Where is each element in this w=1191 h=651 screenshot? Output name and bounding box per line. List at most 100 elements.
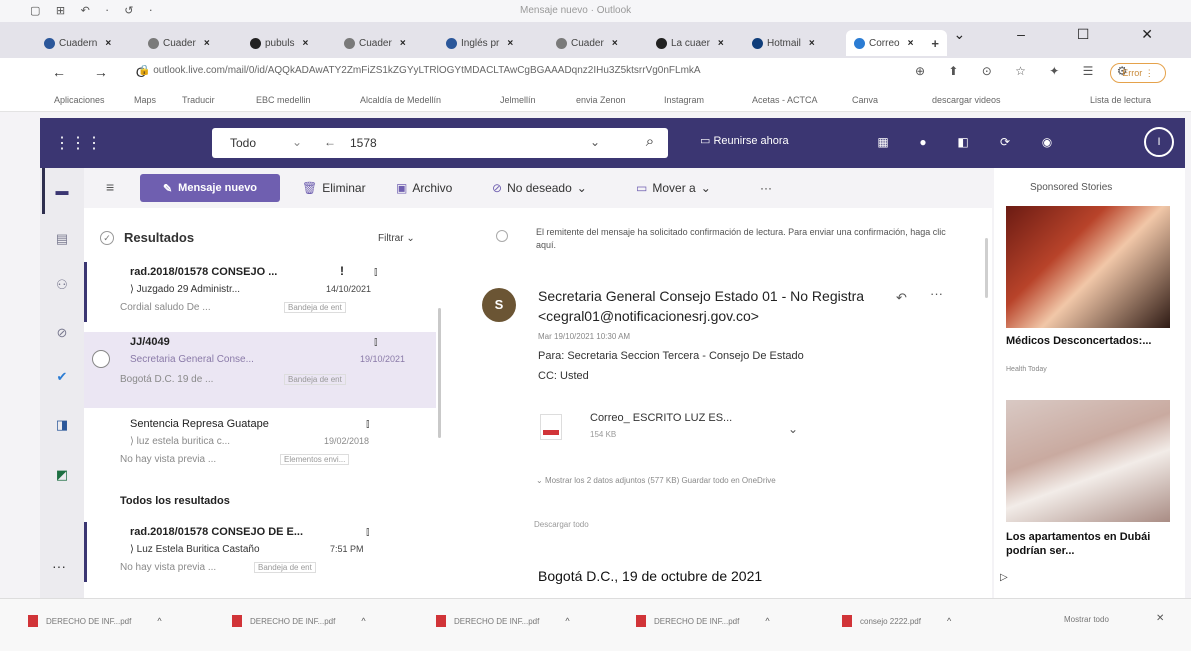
chevron-down-icon[interactable]: ⌄ (292, 135, 302, 149)
quick-access-toolbar[interactable]: ▢ ⊞ ↶ · ↺ · (30, 4, 159, 17)
settings-icon[interactable]: ◉ (1036, 131, 1058, 153)
junk-button[interactable]: ⊘ No deseado ⌄ (492, 181, 587, 195)
sender-avatar[interactable]: S (482, 288, 516, 322)
read-receipt-notice[interactable]: El remitente del mensaje ha solicitado c… (536, 226, 956, 252)
feedback-icon[interactable]: ⟳ (994, 131, 1016, 153)
bookmark-item[interactable]: envia Zenon (576, 95, 626, 105)
filter-button[interactable]: Filtrar ⌄ (378, 233, 415, 244)
browser-tab-2[interactable]: Cuader × (148, 30, 210, 56)
ad-image[interactable] (1006, 400, 1170, 522)
chevron-up-icon[interactable]: ^ (157, 616, 161, 626)
new-message-button[interactable]: ✎ Mensaje nuevo (140, 174, 280, 202)
search-scope[interactable]: Todo (230, 136, 256, 150)
ad-title[interactable]: Médicos Desconcertados:... (1006, 334, 1166, 348)
select-all-icon[interactable]: ✓ (100, 230, 114, 245)
bookmark-item[interactable]: Maps (134, 95, 156, 105)
download-item[interactable]: DERECHO DE INF...pdf ^ (436, 615, 570, 627)
list-item[interactable]: Sentencia Represa Guatape ⫾ ⟩ luz estela… (84, 414, 436, 476)
download-item[interactable]: DERECHO DE INF...pdf ^ (232, 615, 366, 627)
search-input[interactable]: 1578 (350, 136, 377, 150)
chevron-down-icon[interactable]: ⌄ (788, 422, 798, 436)
window-controls[interactable]: ⌄ – ☐ ✕ (954, 26, 1177, 43)
browser-tab-9-active[interactable]: Correo × + (846, 30, 948, 56)
calendar-icon[interactable]: ▤ (51, 228, 73, 250)
browser-tab-3[interactable]: pubuls × (250, 30, 308, 56)
delete-button[interactable]: 🗑 Eliminar (302, 181, 366, 195)
close-icon[interactable]: × (612, 38, 618, 49)
archive-button[interactable]: ▣ Archivo (396, 181, 452, 195)
select-radio[interactable] (92, 350, 110, 368)
download-all-link[interactable]: Descargar todo (534, 520, 589, 529)
download-item[interactable]: DERECHO DE INF...pdf ^ (28, 615, 162, 627)
url-field[interactable]: 🔒 outlook.live.com/mail/0/id/AQQkADAwATY… (138, 65, 878, 76)
list-item-selected[interactable]: JJ/4049 ⫾ Secretaria General Conse... 19… (84, 332, 436, 408)
close-icon[interactable]: × (302, 38, 308, 49)
download-item[interactable]: DERECHO DE INF...pdf ^ (636, 615, 770, 627)
chevron-up-icon[interactable]: ^ (361, 616, 365, 626)
app-launcher-icon[interactable]: ⋮⋮⋮ (54, 133, 102, 153)
meet-now-button[interactable]: ▭ Reunirse ahora (700, 134, 789, 147)
back-arrow-icon[interactable]: ← (324, 135, 336, 149)
chevron-up-icon[interactable]: ^ (565, 616, 569, 626)
ad-title[interactable]: Los apartamentos en Dubái podrían ser... (1006, 530, 1166, 558)
bookmark-item[interactable]: Lista de lectura (1090, 95, 1151, 105)
play-icon[interactable]: ▷ (1000, 572, 1008, 583)
extension-icons[interactable]: ⊕ ⬆ ⊙ ☆ ✦ ☰ ⚙ (915, 64, 1138, 78)
close-icon[interactable]: ✕ (1156, 613, 1164, 624)
new-tab-icon[interactable]: + (931, 36, 939, 51)
menu-icon[interactable]: ≡ (106, 179, 114, 195)
skype-icon[interactable]: ● (912, 131, 934, 153)
close-icon[interactable]: × (105, 38, 111, 49)
browser-tab-7[interactable]: La cuaer × (656, 30, 724, 56)
browser-tab-6[interactable]: Cuader × (556, 30, 618, 56)
bookmark-item[interactable]: EBC medellin (256, 95, 311, 105)
chevron-up-icon[interactable]: ^ (947, 616, 951, 626)
browser-tab-1[interactable]: Cuadern × (44, 30, 111, 56)
chevron-up-icon[interactable]: ^ (765, 616, 769, 626)
bookmark-item[interactable]: Aplicaciones (54, 95, 105, 105)
more-icon[interactable]: ··· (52, 558, 66, 574)
ad-image[interactable] (1006, 206, 1170, 328)
browser-tab-4[interactable]: Cuader × (344, 30, 406, 56)
more-icon[interactable]: ··· (930, 286, 943, 301)
close-icon[interactable]: × (908, 38, 914, 49)
more-actions-button[interactable]: ··· (760, 181, 772, 195)
people-icon[interactable]: ⚇ (51, 274, 73, 296)
close-icon[interactable]: × (400, 38, 406, 49)
close-icon[interactable]: × (718, 38, 724, 49)
close-icon[interactable]: × (507, 38, 513, 49)
scrollbar[interactable] (985, 238, 988, 298)
sender-name[interactable]: Secretaria General Consejo Estado 01 - N… (538, 286, 898, 326)
mail-icon[interactable]: ▬ (51, 180, 73, 202)
move-to-button[interactable]: ▭ Mover a ⌄ (636, 181, 711, 195)
search-icon[interactable]: ⌕ (632, 128, 668, 158)
attachment-card[interactable]: Correo_ ESCRITO LUZ ES... 154 KB (540, 406, 800, 450)
bookmark-item[interactable]: Canva (852, 95, 878, 105)
attach-icon[interactable]: ⊘ (51, 322, 73, 344)
attachment-links[interactable]: ⌄ Mostrar los 2 datos adjuntos (577 KB) … (536, 476, 776, 485)
close-icon[interactable]: × (809, 38, 815, 49)
list-item[interactable]: rad.2018/01578 CONSEJO ... ! ⫾ ⟩ Juzgado… (84, 262, 436, 324)
reply-icon[interactable]: ↶ (896, 290, 907, 306)
bookmark-item[interactable]: Jelmellín (500, 95, 536, 105)
close-icon[interactable]: × (204, 38, 210, 49)
bookmark-item[interactable]: Alcaldía de Medellín (360, 95, 441, 105)
download-item[interactable]: consejo 2222.pdf ^ (842, 615, 951, 627)
search-box[interactable]: Todo ⌄ ← 1578 ⌄ (212, 128, 640, 158)
todo-icon[interactable]: ✔ (51, 366, 73, 388)
chevron-down-icon[interactable]: ⌄ (590, 135, 600, 149)
browser-tab-5[interactable]: Inglés pr × (446, 30, 513, 56)
word-icon[interactable]: ◧ (952, 131, 974, 153)
browser-tab-8[interactable]: Hotmail × (752, 30, 815, 56)
word-icon[interactable]: ◨ (51, 414, 73, 436)
bookmark-item[interactable]: Acetas - ACTCA (752, 95, 818, 105)
bookmark-item[interactable]: descargar videos (932, 95, 1001, 105)
show-all-downloads[interactable]: Mostrar todo (1064, 615, 1109, 624)
excel-icon[interactable]: ◩ (51, 464, 73, 486)
avatar[interactable]: I (1144, 127, 1174, 157)
list-item[interactable]: rad.2018/01578 CONSEJO DE E... ⫾ ⟩ Luz E… (84, 522, 436, 584)
scrollbar[interactable] (438, 308, 441, 438)
bookmark-item[interactable]: Traducir (182, 95, 215, 105)
teams-icon[interactable]: ▦ (872, 131, 894, 153)
profile-button[interactable]: Error ⋮ (1110, 63, 1166, 83)
